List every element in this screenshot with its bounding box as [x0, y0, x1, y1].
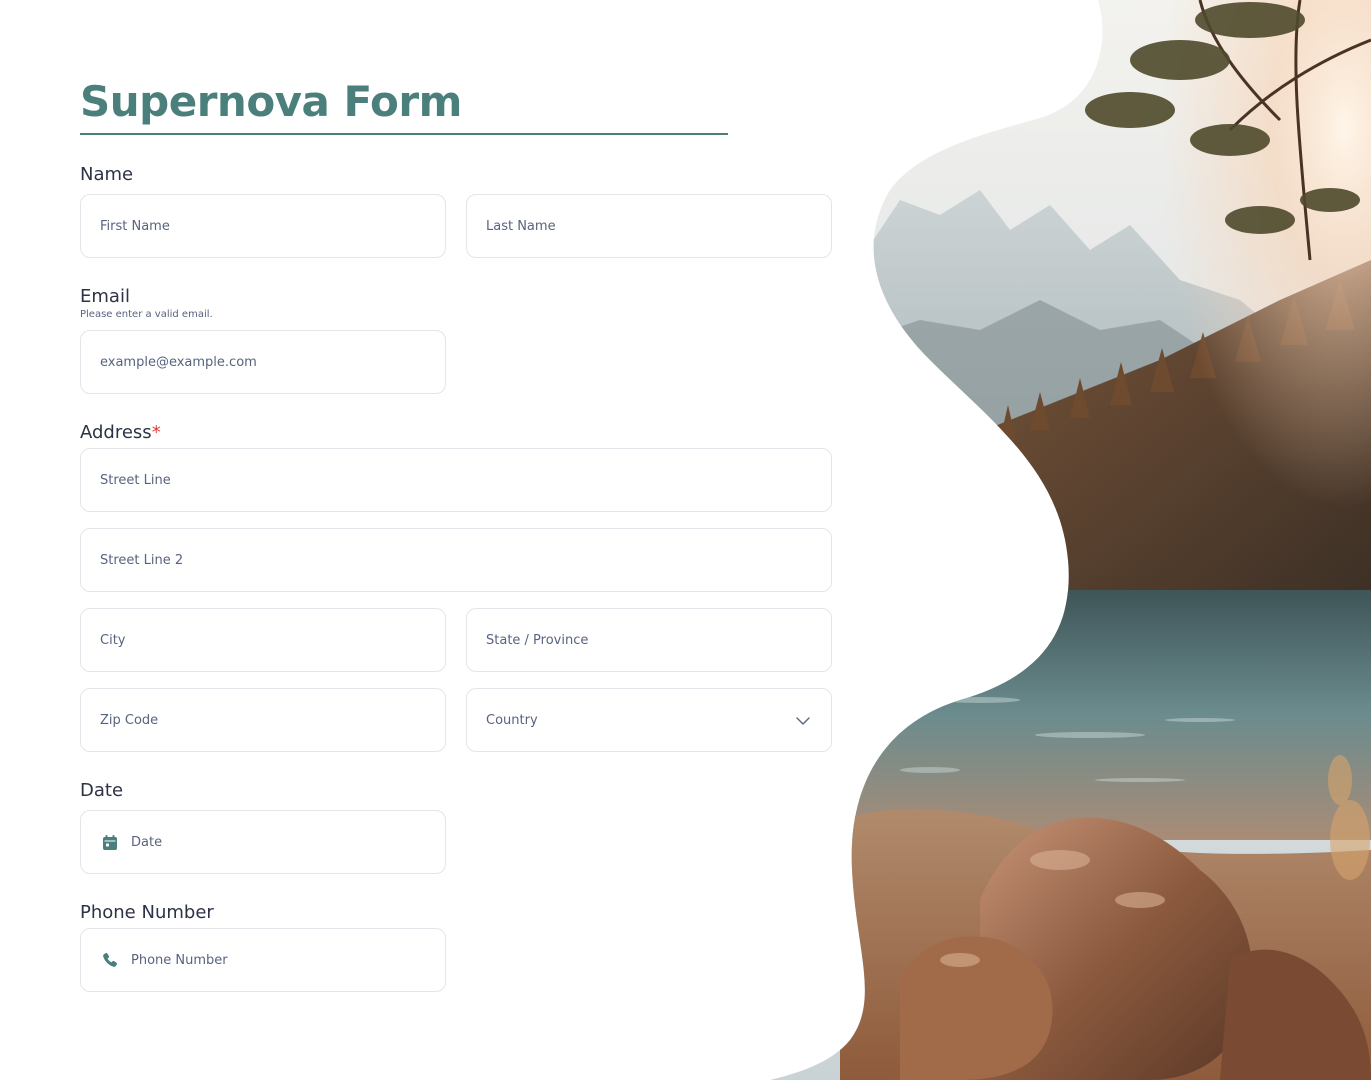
email-input[interactable]: example@example.com	[80, 330, 446, 394]
street-line-input[interactable]: Street Line	[80, 448, 832, 512]
address-label-text: Address	[80, 422, 152, 443]
form-page: Supernova Form Name First Name Last Name…	[0, 0, 1371, 1080]
chevron-down-icon	[796, 717, 810, 725]
state-province-input[interactable]: State / Province	[466, 608, 832, 672]
country-select[interactable]: Country	[466, 688, 832, 752]
phone-icon	[101, 952, 118, 969]
phone-number-placeholder: Phone Number	[131, 952, 228, 968]
required-asterisk: *	[151, 422, 161, 443]
state-province-placeholder: State / Province	[486, 632, 589, 648]
title-divider	[80, 133, 728, 135]
zip-code-input[interactable]: Zip Code	[80, 688, 446, 752]
address-label: Address*	[80, 422, 161, 444]
street-line-2-placeholder: Street Line 2	[100, 552, 184, 568]
first-name-placeholder: First Name	[100, 218, 170, 234]
date-label: Date	[80, 780, 124, 801]
first-name-input[interactable]: First Name	[80, 194, 446, 258]
zip-code-placeholder: Zip Code	[100, 712, 159, 728]
form-title: Supernova Form	[80, 77, 462, 126]
city-placeholder: City	[100, 632, 126, 648]
last-name-placeholder: Last Name	[486, 218, 556, 234]
name-label: Name	[80, 164, 134, 185]
calendar-icon	[101, 834, 118, 851]
email-sublabel: Please enter a valid email.	[80, 309, 213, 320]
date-placeholder: Date	[131, 834, 163, 850]
street-line-placeholder: Street Line	[100, 472, 171, 488]
last-name-input[interactable]: Last Name	[466, 194, 832, 258]
country-placeholder: Country	[486, 712, 538, 728]
email-label: Email	[80, 286, 130, 307]
phone-number-label: Phone Number	[80, 902, 214, 923]
phone-number-input[interactable]: Phone Number	[80, 928, 446, 992]
date-input[interactable]: Date	[80, 810, 446, 874]
street-line-2-input[interactable]: Street Line 2	[80, 528, 832, 592]
email-placeholder: example@example.com	[100, 354, 257, 370]
city-input[interactable]: City	[80, 608, 446, 672]
